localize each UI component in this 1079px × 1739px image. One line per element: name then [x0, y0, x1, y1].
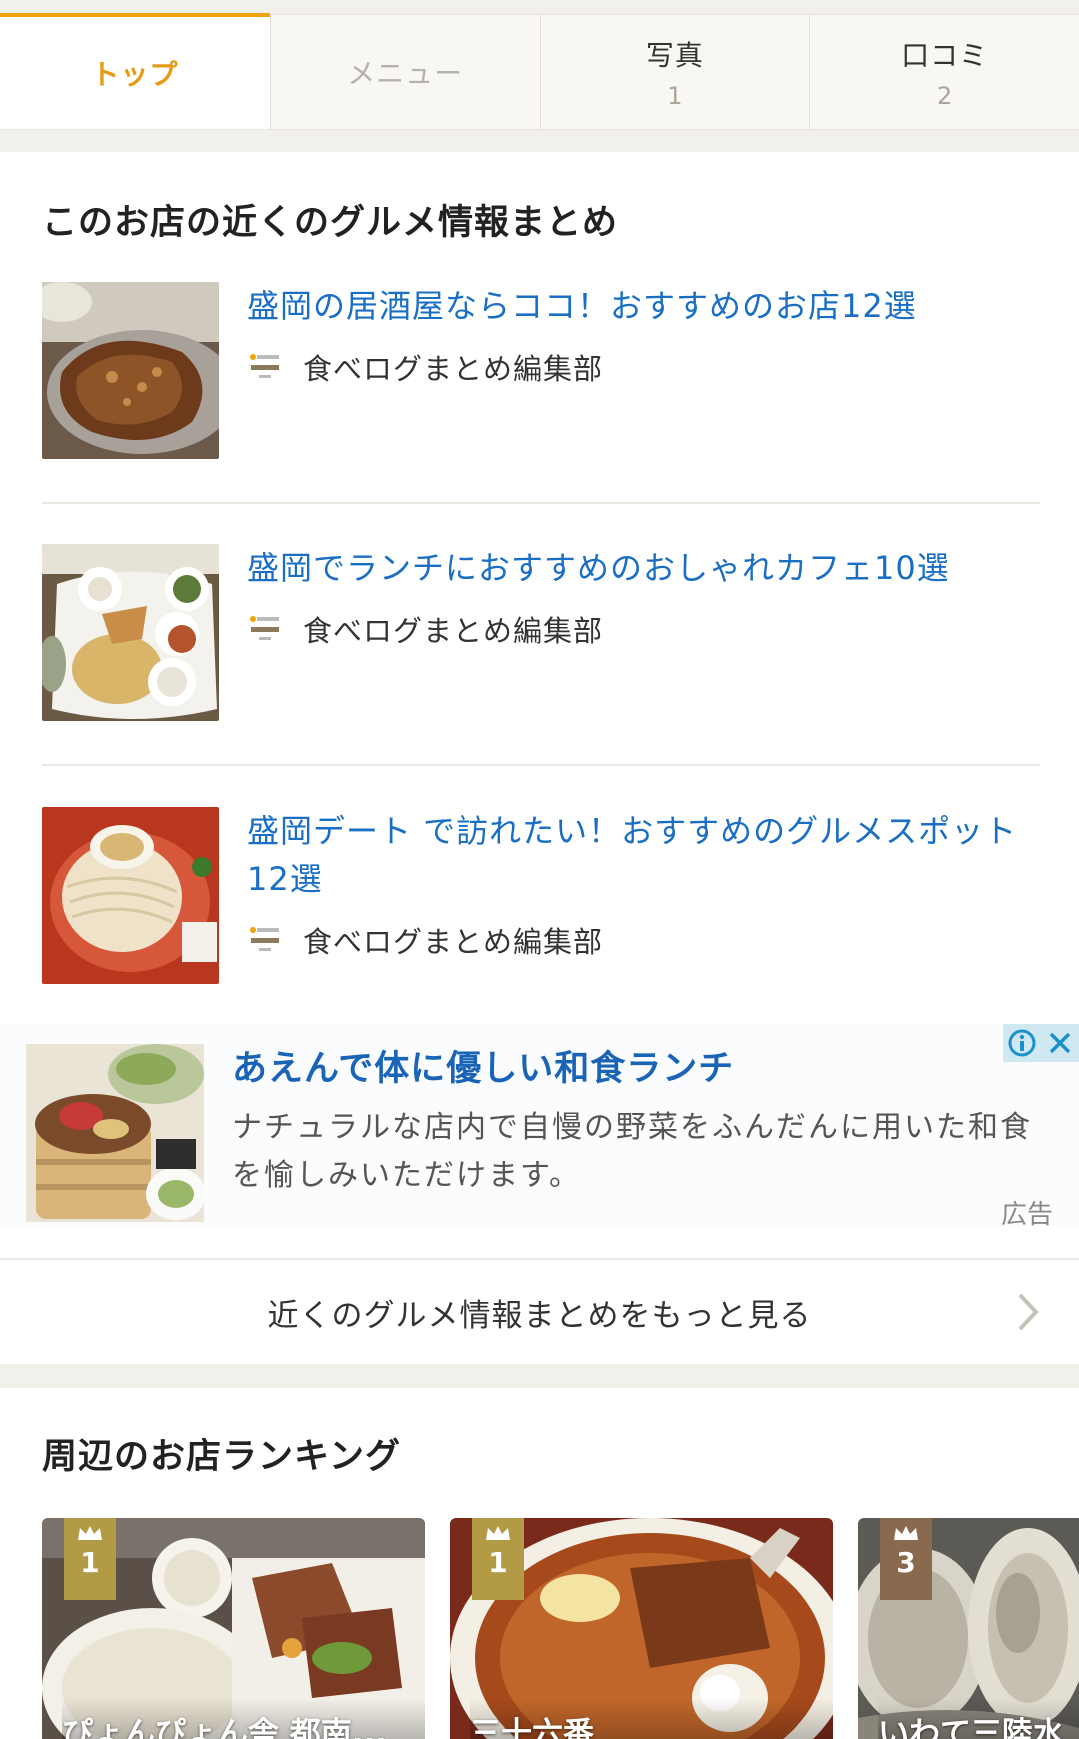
tab-count: 2: [936, 82, 953, 110]
restaurant-name: 三十六番: [470, 1698, 833, 1739]
rank-badge: 3: [880, 1518, 932, 1600]
ad-description: ナチュラルな店内で自慢の野菜をふんだんに用いた和食を愉しみいただけます。: [232, 1110, 1032, 1193]
article-author: 食べログまとめ編集部: [247, 919, 603, 961]
tab-photos[interactable]: 写真 1: [539, 15, 810, 129]
article-title-link[interactable]: 盛岡デート で訪れたい！おすすめのグルメスポット12選: [247, 807, 1037, 903]
author-name: 食べログまとめ編集部: [303, 352, 604, 386]
divider: [42, 764, 1040, 766]
article-author: 食べログまとめ編集部: [247, 346, 603, 388]
chevron-right-icon: [1017, 1292, 1039, 1336]
crown-icon: [894, 1526, 918, 1540]
section-title: 周辺のお店ランキング: [42, 1437, 401, 1477]
rank-number: 3: [896, 1546, 916, 1579]
author-name: 食べログまとめ編集部: [303, 614, 604, 648]
article-item[interactable]: 盛岡デート で訪れたい！おすすめのグルメスポット12選 食べログまとめ編集部: [42, 807, 1040, 987]
tabelog-matome-logo-icon: [247, 922, 283, 958]
tab-count: 1: [667, 82, 683, 110]
article-title-link[interactable]: 盛岡の居酒屋ならココ！おすすめのお店12選: [247, 282, 1037, 330]
tab-top[interactable]: トップ: [0, 13, 270, 129]
tabelog-matome-logo-icon: [247, 349, 283, 385]
crown-icon: [486, 1526, 510, 1540]
close-icon[interactable]: [1041, 1024, 1079, 1062]
tab-bar: トップ メニュー 写真 1 口コミ 2: [0, 13, 1079, 130]
tab-label: トップ: [91, 58, 179, 91]
ad-banner[interactable]: あえんで体に優しい和食ランチ ナチュラルな店内で自慢の野菜をふんだんに用いた和食…: [0, 1024, 1079, 1230]
article-author: 食べログまとめ編集部: [247, 608, 603, 650]
cafe-lunch-plate-photo: [42, 544, 219, 721]
rank-number: 1: [488, 1546, 508, 1579]
japanese-lunch-photo: [26, 1044, 204, 1222]
ad-label: 広告: [1000, 1200, 1053, 1230]
article-title-link[interactable]: 盛岡でランチにおすすめのおしゃれカフェ10選: [247, 544, 1037, 592]
tab-label: 口コミ: [901, 39, 989, 72]
info-icon[interactable]: [1003, 1024, 1041, 1062]
rank-badge: 1: [472, 1518, 524, 1600]
ranking-card[interactable]: 1 ぴょんぴょん舎 都南...: [42, 1518, 425, 1739]
restaurant-name: ぴょんぴょん舎 都南...: [62, 1698, 425, 1739]
rank-number: 1: [80, 1546, 100, 1579]
divider: [42, 502, 1040, 504]
ad-title-link[interactable]: あえんで体に優しい和食ランチ: [232, 1040, 734, 1091]
author-name: 食べログまとめ編集部: [303, 925, 604, 959]
ranking-card[interactable]: 1 三十六番: [450, 1518, 833, 1739]
ad-choices: [1003, 1024, 1079, 1062]
section-title: このお店の近くのグルメ情報まとめ: [42, 203, 619, 243]
tab-menu[interactable]: メニュー: [269, 15, 540, 129]
restaurant-name: いわて三陸水: [878, 1698, 1079, 1739]
cold-noodles-photo: [42, 807, 219, 984]
gourmet-section: このお店の近くのグルメ情報まとめ 盛岡の居酒屋ならココ！おすすめのお店12選 食…: [0, 152, 1079, 1364]
more-label: 近くのグルメ情報まとめをもっと見る: [267, 1297, 812, 1334]
rank-badge: 1: [64, 1518, 116, 1600]
crown-icon: [78, 1526, 102, 1540]
ranking-section: 周辺のお店ランキング 1 ぴょんぴょん舎 都南... 1 三十六番 3 いわて三…: [0, 1388, 1079, 1739]
ranking-card[interactable]: 3 いわて三陸水: [858, 1518, 1079, 1739]
tab-reviews[interactable]: 口コミ 2: [809, 15, 1079, 129]
article-item[interactable]: 盛岡でランチにおすすめのおしゃれカフェ10選 食べログまとめ編集部: [42, 544, 1040, 724]
tabelog-matome-logo-icon: [247, 611, 283, 647]
grilled-meat-photo: [42, 282, 219, 459]
more-gourmet-link[interactable]: 近くのグルメ情報まとめをもっと見る: [0, 1258, 1079, 1364]
tab-label: メニュー: [347, 57, 464, 90]
article-item[interactable]: 盛岡の居酒屋ならココ！おすすめのお店12選 食べログまとめ編集部: [42, 282, 1040, 462]
tab-label: 写真: [645, 39, 704, 72]
